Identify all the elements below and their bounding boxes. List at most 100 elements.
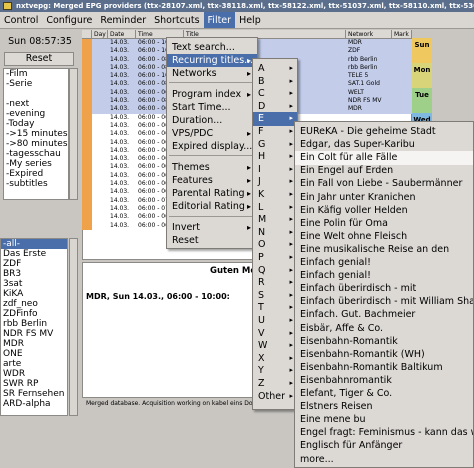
network-item[interactable]: KiKA [1,289,67,299]
menu-themes[interactable]: Themes ▸ [167,161,257,174]
menu-editorial-rating[interactable]: Editorial Rating ▸ [167,200,257,213]
menu-help[interactable]: Help [235,12,265,28]
network-item[interactable]: ONE [1,349,67,359]
menu-expired-display[interactable]: Expired display... [167,140,257,153]
title-item[interactable]: Einfach überirdisch - mit William Shatne… [295,295,473,309]
cell-date: 14.03. [110,188,130,196]
menu-control[interactable]: Control [0,12,42,28]
title-item[interactable]: Eisenbahn-Romantik Baltikum [295,361,473,375]
filter-item[interactable]: -Serie [4,79,68,89]
title-item[interactable]: Ein Engel auf Erden [295,164,473,178]
title-item[interactable]: Eine musikalische Reise an den [295,243,473,257]
title-item[interactable]: Eisenbahn-Romantik (WH) [295,348,473,362]
title-item[interactable]: Ein Colt für alle Fälle [295,151,473,165]
menu-recurring-titles[interactable]: Recurring titles... ▸ [167,54,257,67]
filter-item[interactable]: -My series [4,159,68,169]
filter-item[interactable]: -tagesschau [4,149,68,159]
row-marker [82,213,92,222]
title-item[interactable]: Ein Fall von Liebe - Saubermänner [295,177,473,191]
filter-item[interactable]: -next [4,99,68,109]
window-title: nxtvepg: Merged EPG providers (ttx-28107… [16,2,474,10]
submenu-arrow-icon: ▸ [246,223,251,232]
row-marker [82,130,92,139]
cell-date: 14.03. [110,146,130,154]
network-item[interactable]: ZDF [1,259,67,269]
network-item[interactable]: Das Erste [1,249,67,259]
menu-networks[interactable]: Networks ▸ [167,67,257,80]
title-item[interactable]: Englisch für Anfänger [295,439,473,453]
title-item[interactable]: Elstners Reisen [295,400,473,414]
title-item[interactable]: Ein Jahr unter Kranichen [295,191,473,205]
title-item[interactable]: Einfach. Gut. Bachmeier [295,308,473,322]
title-item[interactable]: Eisenbahn-Romantik [295,335,473,349]
network-item[interactable]: 3sat [1,279,67,289]
network-item[interactable]: SWR RP [1,379,67,389]
title-item[interactable]: Einfach genial! [295,269,473,283]
cell-date: 14.03. [110,55,130,63]
filter-scrollbar[interactable] [69,68,78,200]
title-item[interactable]: Eine Welt ohne Fleisch [295,230,473,244]
filter-item[interactable]: -Film [4,69,68,79]
menu-features[interactable]: Features ▸ [167,174,257,187]
menu-reminder[interactable]: Reminder [96,12,150,28]
cell-network: NDR FS MV [348,97,382,105]
cell-date: 14.03. [110,138,130,146]
reset-button[interactable]: Reset [4,52,74,66]
title-item[interactable]: Elefant, Tiger & Co. [295,387,473,401]
network-item[interactable]: zdf_neo [1,299,67,309]
filter-item[interactable]: -Today [4,119,68,129]
title-item[interactable]: Eisenbahnromantik [295,374,473,388]
cell-date: 14.03. [110,113,130,121]
filter-item[interactable]: ->80 minutes [4,139,68,149]
network-item[interactable]: WDR [1,369,67,379]
more-item[interactable]: more... [295,453,473,467]
cell-date: 14.03. [110,63,130,71]
weekday-mon[interactable]: Mon [412,63,432,88]
title-item[interactable]: Edgar, das Super-Karibu [295,138,473,152]
filter-item[interactable]: -subtitles [4,179,68,189]
menu-text-search[interactable]: Text search... [167,41,257,54]
menu-shortcuts[interactable]: Shortcuts [150,12,203,28]
network-item[interactable]: ZDFinfo [1,309,67,319]
title-item[interactable]: Eine mene bu [295,413,473,427]
menu-invert[interactable]: Invert ▸ [167,221,257,234]
filter-item[interactable] [4,89,68,99]
menu-parental-rating[interactable]: Parental Rating ▸ [167,187,257,200]
title-item[interactable]: Ein Käfig voller Helden [295,204,473,218]
cell-network: WELT [348,88,364,96]
filter-item[interactable]: -Expired [4,169,68,179]
weekday-sun[interactable]: Sun [412,38,432,63]
menu-vps-pdc[interactable]: VPS/PDC ▸ [167,127,257,140]
menu-item-label: Recurring titles... [172,55,254,66]
network-item[interactable]: NDR FS MV [1,329,67,339]
menu-reset[interactable]: Reset [167,234,257,247]
menu-duration[interactable]: Duration... [167,114,257,127]
network-item[interactable]: MDR [1,339,67,349]
title-item[interactable]: Engel fragt: Feminismus - kann das weg? [295,426,473,440]
menu-filter[interactable]: Filter [203,12,236,28]
title-item[interactable]: Einfach überirdisch - mit [295,282,473,296]
col-header-mark2[interactable]: Mark [392,30,412,38]
title-item[interactable]: Einfach genial! [295,256,473,270]
network-item[interactable]: ARD-alpha [1,399,67,409]
weekday-tue[interactable]: Tue [412,88,432,113]
menu-configure[interactable]: Configure [42,12,96,28]
col-header-day[interactable]: Day [92,30,108,38]
network-scrollbar[interactable] [69,238,78,416]
col-header-network[interactable]: Network [346,30,392,38]
network-item[interactable]: BR3 [1,269,67,279]
network-item[interactable]: rbb Berlin [1,319,67,329]
cell-day [92,114,108,122]
network-item[interactable]: -all- [1,239,67,249]
filter-item[interactable]: ->15 minutes [4,129,68,139]
network-item[interactable]: arte [1,359,67,369]
letter-item-other[interactable]: Other ▸ [253,390,297,404]
title-item[interactable]: EUReKA - Die geheime Stadt [295,125,473,139]
filter-item[interactable]: -evening [4,109,68,119]
menu-program-index[interactable]: Program index ▸ [167,88,257,101]
title-item[interactable]: Eisbär, Affe & Co. [295,322,473,336]
network-item[interactable]: SR Fernsehen [1,389,67,399]
title-item[interactable]: Eine Polin für Oma [295,217,473,231]
col-header-date[interactable]: Date [108,30,136,38]
menu-start-time[interactable]: Start Time... [167,101,257,114]
